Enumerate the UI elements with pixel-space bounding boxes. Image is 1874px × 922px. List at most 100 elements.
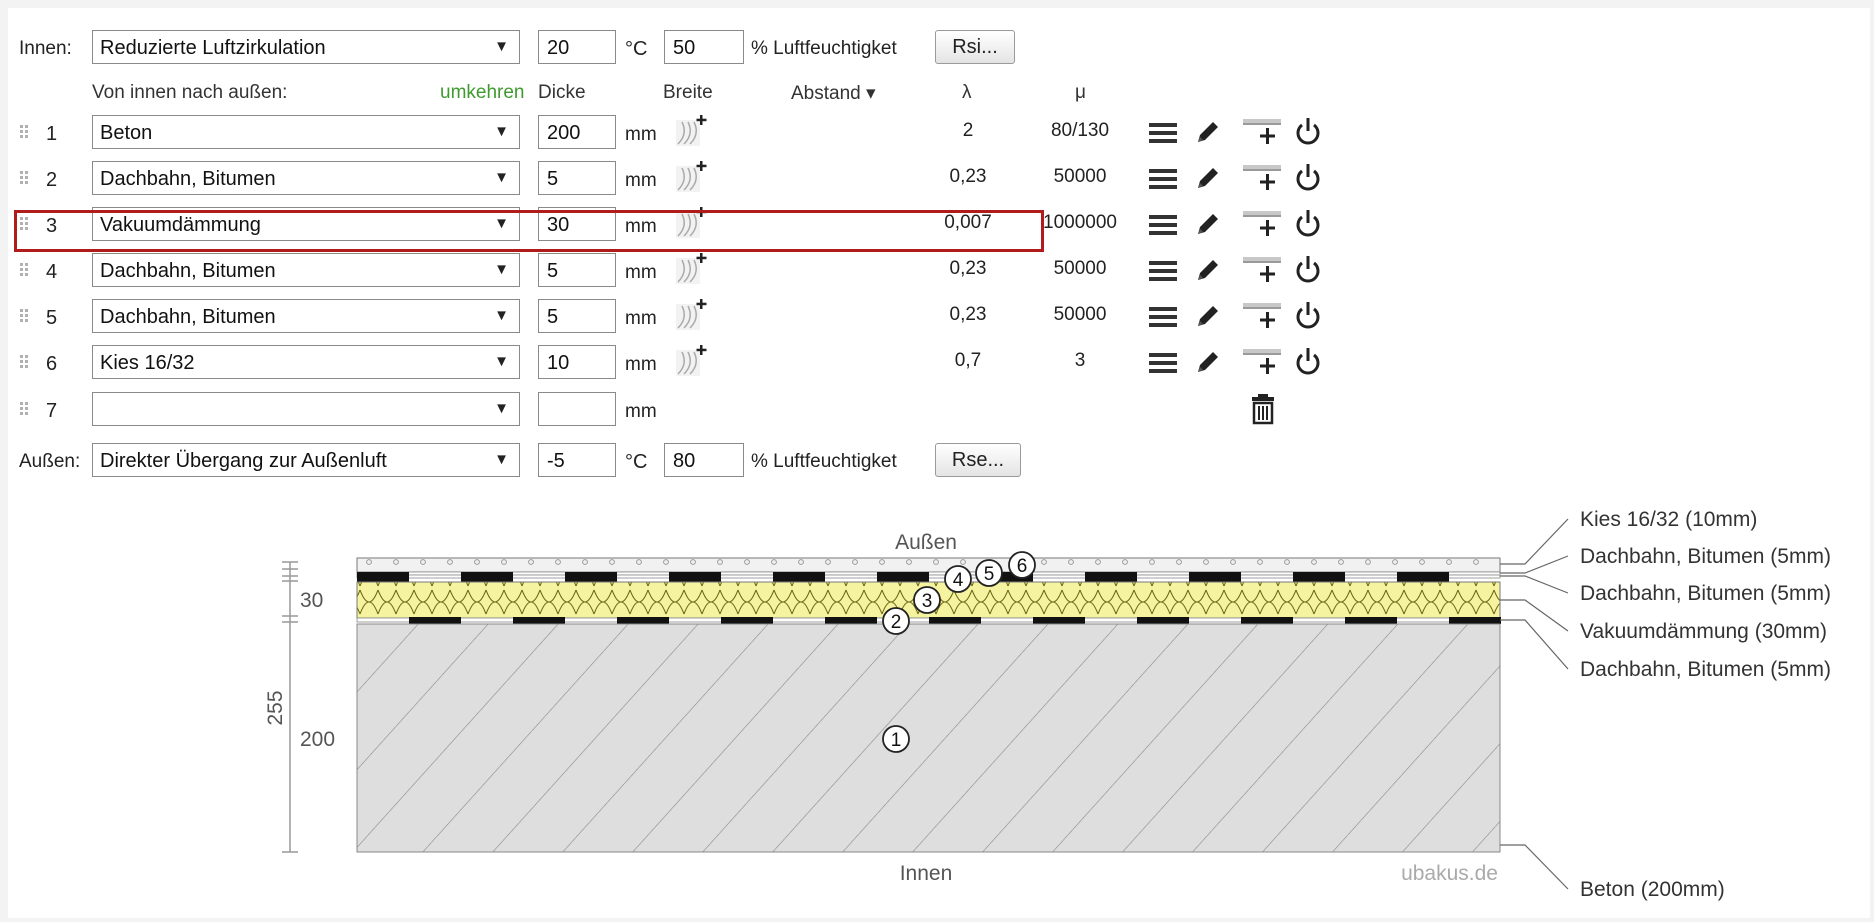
pencil-icon[interactable] [1194,118,1222,151]
drag-handle-icon[interactable] [20,355,30,369]
add-layer-icon[interactable] [1242,346,1282,381]
wood-grain-plus-icon[interactable] [674,298,708,337]
layer-thickness-unit: mm [625,308,657,329]
chevron-down-icon: ▼ [494,38,509,55]
spacing-header[interactable]: Abstand ▾ [791,82,876,105]
chevron-down-icon: ▼ [494,261,509,278]
menu-icon[interactable] [1148,213,1178,242]
power-icon[interactable] [1294,346,1322,381]
selected-layer-highlight [14,210,1044,252]
width-header: Breite [663,82,713,103]
chevron-down-icon: ▼ [494,400,509,417]
pencil-icon[interactable] [1194,302,1222,335]
layer-thickness-unit: mm [625,354,657,375]
drag-handle-icon[interactable] [20,263,30,277]
layer-mu: 50000 [1053,166,1107,187]
drag-handle-icon[interactable] [20,402,30,416]
rse-button[interactable]: Rse... [935,443,1021,477]
trash-icon[interactable] [1250,393,1276,430]
layer-material-value: Kies 16/32 [100,352,195,374]
drag-handle-icon[interactable] [20,171,30,185]
add-layer-icon[interactable] [1242,162,1282,197]
layer-lambda: 0,23 [949,304,987,325]
layer-lambda: 0,23 [949,166,987,187]
menu-icon[interactable] [1148,351,1178,380]
wood-grain-plus-icon[interactable] [674,344,708,383]
layer-thickness-unit: mm [625,401,657,422]
mu-header: μ [1075,82,1086,103]
pencil-icon[interactable] [1194,164,1222,197]
layer-material-select[interactable]: Dachbahn, Bitumen ▼ [92,253,520,287]
layer-thickness-value: 5 [547,260,559,282]
layer-mu: 1000000 [1043,212,1117,233]
layer-thickness-input[interactable]: 10 [538,345,616,379]
layer-material-value: Beton [100,122,153,144]
layer-mu: 50000 [1053,258,1107,279]
reverse-link[interactable]: umkehren [440,82,525,104]
power-icon[interactable] [1294,116,1322,151]
power-icon[interactable] [1294,208,1322,243]
layer-index: 5 [46,307,58,329]
layer-thickness-input[interactable] [538,392,616,426]
layer-material-select[interactable]: ▼ [92,392,520,426]
layer-thickness-unit: mm [625,124,657,145]
layer-index: 1 [46,123,58,145]
layer-material-select[interactable]: Dachbahn, Bitumen ▼ [92,299,520,333]
layer-index: 6 [46,353,58,375]
add-layer-icon[interactable] [1242,208,1282,243]
inside-temperature-value: 20 [547,37,570,59]
layer-material-value: Dachbahn, Bitumen [100,260,276,282]
layer-material-select[interactable]: Dachbahn, Bitumen ▼ [92,161,520,195]
pencil-icon[interactable] [1194,210,1222,243]
add-layer-icon[interactable] [1242,254,1282,289]
wood-grain-plus-icon[interactable] [674,114,708,153]
outside-climate-select[interactable]: Direkter Übergang zur Außenluft ▼ [92,443,520,477]
power-icon[interactable] [1294,300,1322,335]
drag-handle-icon[interactable] [20,125,30,139]
layer-editor: Innen: Reduzierte Luftzirkulation ▼ 20 °… [0,0,1874,922]
outside-humidity-label: % Luftfeuchtigket [751,451,897,472]
pencil-icon[interactable] [1194,348,1222,381]
inside-climate-select[interactable]: Reduzierte Luftzirkulation ▼ [92,30,520,64]
layer-index: 4 [46,261,58,283]
wood-grain-plus-icon[interactable] [674,252,708,291]
inside-temperature-input[interactable]: 20 [538,30,616,64]
layer-thickness-unit: mm [625,262,657,283]
layer-material-select[interactable]: Kies 16/32 ▼ [92,345,520,379]
lambda-header: λ [962,82,972,103]
rsi-button[interactable]: Rsi... [935,30,1015,64]
layer-thickness-input[interactable]: 5 [538,161,616,195]
drag-handle-icon[interactable] [20,309,30,323]
layer-thickness-input[interactable]: 5 [538,253,616,287]
outside-temperature-input[interactable]: -5 [538,443,616,477]
layer-material-select[interactable]: Beton ▼ [92,115,520,149]
inside-humidity-label: % Luftfeuchtigket [751,38,897,59]
layer-thickness-value: 200 [547,122,581,144]
menu-icon[interactable] [1148,305,1178,334]
outside-humidity-input[interactable]: 80 [664,443,744,477]
layer-material-value: Dachbahn, Bitumen [100,306,276,328]
outside-temperature-value: -5 [547,450,565,472]
chevron-down-icon: ▼ [494,353,509,370]
outside-label: Außen: [19,451,81,472]
layer-thickness-input[interactable]: 200 [538,115,616,149]
power-icon[interactable] [1294,162,1322,197]
add-layer-icon[interactable] [1242,116,1282,151]
outside-temp-unit: °C [625,451,648,473]
layer-mu: 3 [1074,350,1086,371]
add-layer-icon[interactable] [1242,300,1282,335]
wood-grain-plus-icon[interactable] [674,160,708,199]
layer-lambda: 0,23 [949,258,987,279]
inside-humidity-input[interactable]: 50 [664,30,744,64]
layer-thickness-value: 5 [547,306,559,328]
power-icon[interactable] [1294,254,1322,289]
outside-humidity-value: 80 [673,450,696,472]
layer-thickness-input[interactable]: 5 [538,299,616,333]
menu-icon[interactable] [1148,121,1178,150]
layer-lambda: 2 [962,120,974,141]
menu-icon[interactable] [1148,259,1178,288]
chevron-down-icon: ▼ [494,123,509,140]
menu-icon[interactable] [1148,167,1178,196]
pencil-icon[interactable] [1194,256,1222,289]
layer-material-value: Dachbahn, Bitumen [100,168,276,190]
